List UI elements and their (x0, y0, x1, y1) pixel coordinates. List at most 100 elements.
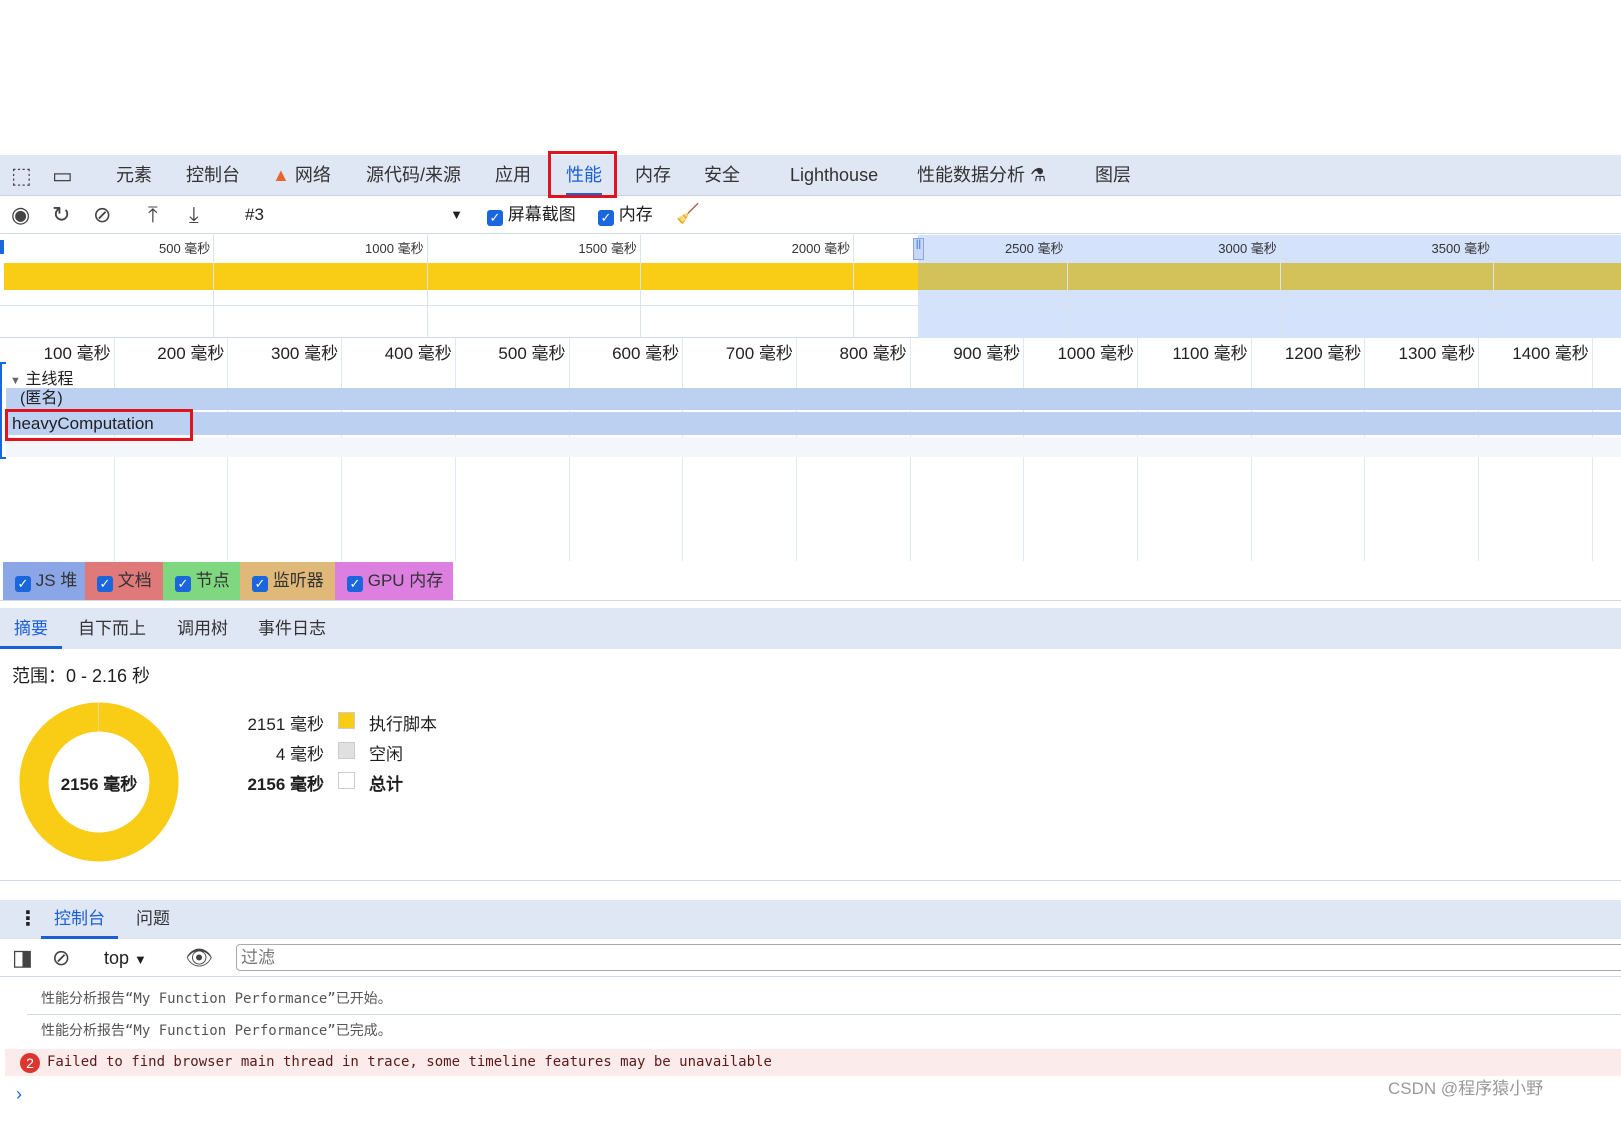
watermark: CSDN @程序猿小野 (1388, 1079, 1544, 1098)
overview-tick: 1000 毫秒 (365, 235, 428, 338)
memory-legend-label: 监听器 (272, 571, 324, 590)
screenshots-checkbox[interactable]: ✓ 屏幕截图 (487, 196, 576, 234)
tab-sources[interactable]: 源代码/来源 (366, 155, 461, 196)
overview-tick: 3000 毫秒 (1218, 235, 1281, 338)
selection-handle-right[interactable]: || (913, 238, 924, 260)
highlight-box (5, 409, 193, 441)
reload-icon[interactable]: ↻ (52, 196, 70, 234)
track-title: 主线程 (25, 371, 74, 388)
memory-legend-label: 文档 (117, 571, 152, 590)
sidebar-toggle-icon[interactable]: ◨ (12, 939, 33, 977)
ruler-tick-label: 900 毫秒 (953, 344, 1021, 363)
tab-summary[interactable]: 摘要 (0, 608, 62, 649)
details-tab-bar: 摘要 自下而上 调用树 事件日志 (0, 608, 1621, 649)
error-message: Failed to find browser main thread in tr… (47, 1054, 772, 1070)
overview-tick-label: 3000 毫秒 (1218, 241, 1277, 256)
tab-call-tree[interactable]: 调用树 (177, 608, 228, 649)
memory-checkbox[interactable]: ✓ 内存 (598, 196, 653, 234)
overview-tick: 1500 毫秒 (578, 235, 641, 338)
inspect-element-icon[interactable]: ⬚ (11, 155, 32, 196)
summary-value: 4 毫秒 (275, 745, 324, 764)
tab-event-log[interactable]: 事件日志 (258, 608, 326, 649)
upload-icon[interactable]: ⤒ (148, 196, 158, 234)
overview-tick-label: 1500 毫秒 (578, 241, 637, 256)
summary-label: 总计 (369, 775, 403, 794)
memory-legend-checkbox[interactable]: ✓ 监听器 (240, 562, 335, 600)
garbage-collect-icon[interactable]: 🧹 (676, 196, 700, 234)
tab-elements[interactable]: 元素 (116, 155, 152, 196)
device-toolbar-icon[interactable]: ▭ (52, 155, 73, 196)
tab-layers[interactable]: 图层 (1095, 155, 1131, 196)
tab-memory[interactable]: 内存 (635, 155, 671, 196)
ruler-tick-label: 300 毫秒 (271, 344, 339, 363)
time-ruler: 100 毫秒 200 毫秒 300 毫秒 400 毫秒 500 毫秒 600 毫秒 700 … (0, 338, 1621, 561)
memory-legend-label: GPU 内存 (367, 571, 444, 590)
devtools-tab-bar: ⬚ ▭ 元素 控制台 ▲ 网络 源代码/来源 应用 性能 内存 安全 Light… (0, 155, 1621, 196)
summary-label: 空闲 (369, 745, 403, 764)
drawer-tab-bar: ⋮ 控制台 问题 (0, 900, 1621, 939)
drawer-tab-issues[interactable]: 问题 (136, 900, 170, 939)
memory-legend-label: 节点 (195, 571, 230, 590)
ruler-tick-label: 1400 毫秒 (1512, 344, 1589, 363)
memory-legend-checkbox[interactable]: ✓ 文档 (85, 562, 163, 600)
overview-tick: 2500 毫秒 (1005, 235, 1068, 338)
ruler-tick-label: 700 毫秒 (725, 344, 793, 363)
tab-performance-insights[interactable]: 性能数据分析 ⚗ (917, 155, 1046, 196)
main-thread-header[interactable]: ▼ 主线程 (10, 365, 73, 389)
recording-value: #3 (245, 205, 264, 224)
live-expression-eye-icon[interactable]: 👁 (185, 939, 213, 977)
memory-legend-label: JS 堆 (35, 571, 78, 590)
summary-swatch (338, 742, 355, 759)
ruler-tick-label: 200 毫秒 (157, 344, 225, 363)
record-icon[interactable]: ◉ (11, 196, 30, 234)
tab-security[interactable]: 安全 (704, 155, 740, 196)
summary-value: 2151 毫秒 (247, 715, 324, 734)
memory-legend-checkbox[interactable]: ✓ JS 堆 (3, 562, 85, 600)
highlight-box (548, 151, 617, 198)
performance-toolbar: ◉ ↻ ⊘ ⤒ ⤓ #3 ▼ ✓ 屏幕截图 ✓ 内存 🧹 (0, 196, 1621, 234)
ruler-tick-label: 1000 毫秒 (1057, 344, 1134, 363)
ruler-tick-label: 400 毫秒 (384, 344, 452, 363)
console-filter-input[interactable] (236, 944, 1621, 971)
context-value: top (104, 948, 130, 968)
ruler-tick-label: 800 毫秒 (839, 344, 907, 363)
dropdown-arrow-icon: ▼ (134, 952, 147, 967)
memory-legend-checkbox[interactable]: ✓ GPU 内存 (335, 562, 453, 600)
flame-row-heavycomputation[interactable]: heavyComputation (6, 412, 1621, 435)
summary-range: 范围：0 - 2.16 秒 (12, 666, 151, 686)
checkbox-label: 屏幕截图 (507, 205, 576, 224)
scripting-bar (4, 263, 918, 290)
flame-row-empty (6, 437, 1621, 457)
tab-console[interactable]: 控制台 (186, 155, 240, 196)
timeline-overview[interactable]: || 500 毫秒 1000 毫秒 1500 毫秒 2000 毫秒 2500 毫秒 300… (0, 235, 1621, 338)
tab-bottom-up[interactable]: 自下而上 (78, 608, 146, 649)
divider (0, 600, 1621, 601)
memory-legend-checkbox[interactable]: ✓ 节点 (163, 562, 240, 600)
overview-divider (0, 305, 1621, 306)
console-prompt-icon[interactable]: › (16, 1084, 22, 1105)
drawer-menu-icon[interactable]: ⋮ (18, 906, 38, 931)
summary-swatch (338, 712, 355, 729)
clear-console-icon[interactable]: ⊘ (52, 939, 70, 977)
drawer-tab-console[interactable]: 控制台 (41, 900, 118, 939)
tab-network[interactable]: ▲ 网络 (272, 155, 331, 196)
tab-application[interactable]: 应用 (495, 155, 531, 196)
download-icon[interactable]: ⤓ (189, 196, 199, 234)
overview-tick-label: 2000 毫秒 (791, 241, 851, 256)
selection-handle-left[interactable] (0, 240, 4, 254)
ruler-tick-label: 600 毫秒 (612, 344, 680, 363)
context-select[interactable]: top ▼ (104, 939, 147, 979)
tab-label: 网络 (294, 165, 331, 185)
console-message: 性能分析报告“My Function Performance”已开始。 (41, 991, 392, 1007)
ruler-tick-label: 500 毫秒 (498, 344, 566, 363)
dropdown-arrow-icon: ▼ (450, 207, 463, 222)
recording-select[interactable]: #3 ▼ (245, 196, 467, 234)
ruler-tick-label: 100 毫秒 (43, 344, 111, 363)
overview-tick-label: 3500 毫秒 (1431, 241, 1491, 256)
error-count-badge: 2 (20, 1053, 40, 1073)
overview-tick-label: 1000 毫秒 (365, 241, 424, 256)
summary-swatch (338, 772, 355, 789)
tab-lighthouse[interactable]: Lighthouse (790, 155, 878, 196)
clear-icon[interactable]: ⊘ (93, 196, 111, 234)
flame-row-anonymous[interactable]: (匿名) (6, 388, 1621, 410)
